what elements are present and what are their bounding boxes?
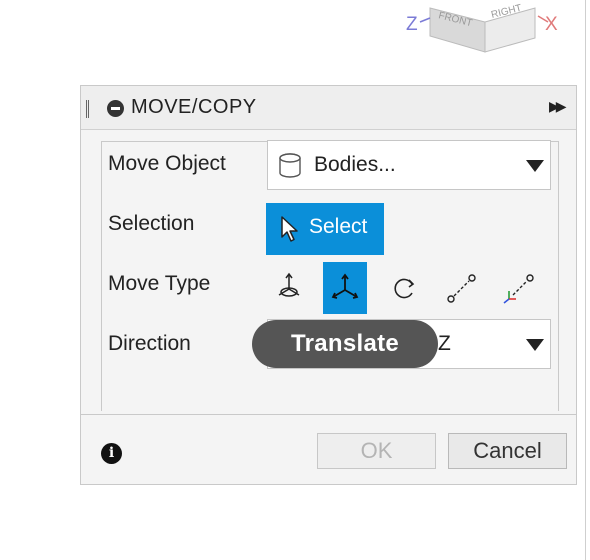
drag-grip-icon[interactable] [86, 100, 89, 118]
rotate-icon[interactable] [382, 262, 426, 314]
free-move-icon[interactable] [267, 262, 311, 314]
cancel-button[interactable]: Cancel [448, 433, 567, 469]
point-to-position-icon[interactable] [497, 262, 541, 314]
view-cube[interactable]: FRONT RIGHT Z X [400, 0, 580, 62]
axis-z-label: Z [406, 14, 418, 35]
move-copy-dialog: MOVE/COPY ▶▶ Move Object Bodies... Selec… [80, 85, 577, 485]
window-edge [585, 0, 586, 560]
direction-value: Z [438, 332, 451, 355]
direction-label: Direction [108, 332, 191, 355]
move-object-label: Move Object [108, 152, 226, 175]
info-icon[interactable]: i [101, 443, 122, 464]
point-to-point-icon[interactable] [439, 262, 483, 314]
chevron-down-icon [526, 339, 544, 351]
chevron-down-icon [526, 160, 544, 172]
dialog-title: MOVE/COPY [131, 96, 257, 118]
body-icon [279, 153, 301, 178]
axis-x-label: X [545, 14, 558, 35]
move-object-dropdown[interactable]: Bodies... [267, 140, 551, 190]
select-button-label: Select [309, 215, 368, 238]
translate-tooltip: Translate [252, 320, 438, 368]
footer-divider [81, 414, 576, 415]
dialog-titlebar[interactable]: MOVE/COPY ▶▶ [81, 86, 576, 130]
expand-icon[interactable]: ▶▶ [549, 98, 566, 115]
selection-label: Selection [108, 212, 195, 235]
select-button[interactable]: Select [266, 203, 384, 255]
collapse-icon[interactable] [107, 100, 124, 117]
translate-icon[interactable] [323, 262, 367, 314]
move-object-value: Bodies... [314, 153, 396, 176]
ok-button[interactable]: OK [317, 433, 436, 469]
move-type-label: Move Type [108, 272, 211, 295]
cursor-icon [281, 216, 298, 242]
